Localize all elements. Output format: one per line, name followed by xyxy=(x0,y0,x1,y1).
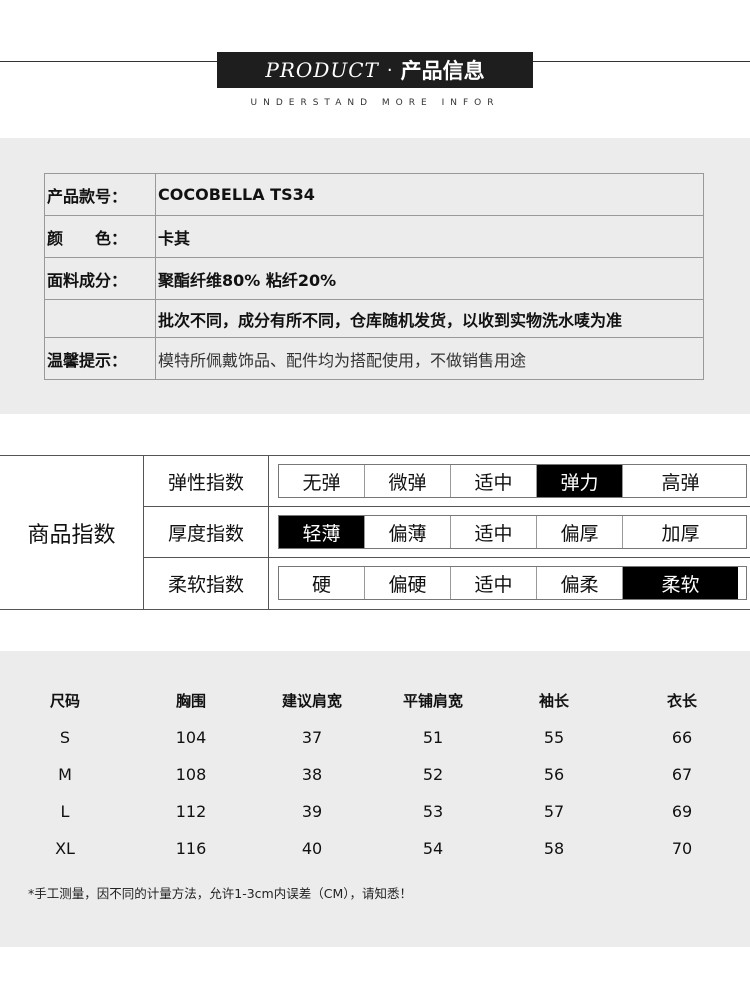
size-header-cell: 衣长 xyxy=(666,692,698,710)
size-cell: 56 xyxy=(543,765,565,784)
size-cell: 38 xyxy=(301,765,323,784)
size-header-cell: 平铺肩宽 xyxy=(402,692,464,710)
size-row: L 112 39 53 57 69 xyxy=(0,802,750,832)
header-title-cn: 产品信息 xyxy=(400,59,485,83)
size-cell: 116 xyxy=(175,839,207,858)
info-label: 温馨提示： xyxy=(44,337,156,380)
info-row-color: 颜 色： 卡其 xyxy=(44,215,704,258)
index-option: 适中 xyxy=(451,465,537,497)
measurement-note: *手工测量，因不同的计量方法，允许1-3cm内误差（CM），请知悉！ xyxy=(28,886,412,901)
index-option-selected: 轻薄 xyxy=(279,516,365,548)
index-option: 适中 xyxy=(451,567,537,599)
info-label xyxy=(44,299,156,338)
size-header-cell: 袖长 xyxy=(538,692,570,710)
size-cell: 108 xyxy=(175,765,207,784)
index-option: 偏柔 xyxy=(537,567,623,599)
product-index-section: 商品指数 弹性指数 无弹 微弹 适中 弹力 高弹 厚度指数 轻薄 偏薄 适中 偏… xyxy=(0,455,750,610)
size-header-cell: 建议肩宽 xyxy=(281,692,343,710)
index-option: 加厚 xyxy=(661,522,700,545)
section-header-badge: PRODUCT · 产品信息 xyxy=(217,52,533,88)
index-option: 硬 xyxy=(279,567,365,599)
index-option: 偏硬 xyxy=(365,567,451,599)
index-option-selected: 弹力 xyxy=(537,465,623,497)
header-separator: · xyxy=(386,59,393,81)
index-option: 高弹 xyxy=(661,471,700,494)
info-row-fabric-note: 批次不同，成分有所不同，仓库随机发货，以收到实物洗水唛为准 xyxy=(44,299,704,338)
index-option-selected: 柔软 xyxy=(623,567,738,599)
size-cell: 57 xyxy=(543,802,565,821)
index-options: 轻薄 偏薄 适中 偏厚 加厚 xyxy=(278,515,747,549)
size-cell: 112 xyxy=(175,802,207,821)
index-row-elasticity: 弹性指数 无弹 微弹 适中 弹力 高弹 xyxy=(144,456,750,507)
index-title: 商品指数 xyxy=(0,456,144,609)
size-cell: 53 xyxy=(422,802,444,821)
header-title-en: PRODUCT xyxy=(265,58,379,82)
size-table-header: 尺码 胸围 建议肩宽 平铺肩宽 袖长 衣长 xyxy=(0,690,750,720)
size-cell: 66 xyxy=(671,728,693,747)
index-row-label: 厚度指数 xyxy=(144,507,269,557)
size-cell: 37 xyxy=(301,728,323,747)
size-cell: XL xyxy=(55,839,75,858)
size-row: M 108 38 52 56 67 xyxy=(0,765,750,795)
size-cell: 54 xyxy=(422,839,444,858)
index-row-thickness: 厚度指数 轻薄 偏薄 适中 偏厚 加厚 xyxy=(144,507,750,558)
info-row-tips: 温馨提示： 模特所佩戴饰品、配件均为搭配使用，不做销售用途 xyxy=(44,337,704,380)
size-cell: 69 xyxy=(671,802,693,821)
index-option: 适中 xyxy=(451,516,537,548)
size-cell: S xyxy=(59,728,71,747)
size-cell: M xyxy=(58,765,72,784)
size-row: S 104 37 51 55 66 xyxy=(0,728,750,758)
info-value: 批次不同，成分有所不同，仓库随机发货，以收到实物洗水唛为准 xyxy=(155,299,704,338)
size-cell: 51 xyxy=(422,728,444,747)
header-subtitle: UNDERSTAND MORE INFOR xyxy=(250,98,500,108)
product-info-table: 产品款号： COCOBELLA TS34 颜 色： 卡其 面料成分： 聚酯纤维8… xyxy=(44,173,704,380)
size-cell: 55 xyxy=(543,728,565,747)
info-row-style-number: 产品款号： COCOBELLA TS34 xyxy=(44,173,704,216)
size-cell: 52 xyxy=(422,765,444,784)
size-row: XL 116 40 54 58 70 xyxy=(0,839,750,869)
info-value: 卡其 xyxy=(155,215,704,258)
index-options: 硬 偏硬 适中 偏柔 柔软 xyxy=(278,566,747,600)
info-label: 面料成分： xyxy=(44,257,156,300)
size-cell: 67 xyxy=(671,765,693,784)
info-row-fabric: 面料成分： 聚酯纤维80% 粘纤20% xyxy=(44,257,704,300)
index-row-label: 柔软指数 xyxy=(144,558,269,609)
index-row-softness: 柔软指数 硬 偏硬 适中 偏柔 柔软 xyxy=(144,558,750,609)
info-label: 颜 色： xyxy=(44,215,156,258)
size-cell: 58 xyxy=(543,839,565,858)
size-cell: 39 xyxy=(301,802,323,821)
index-options: 无弹 微弹 适中 弹力 高弹 xyxy=(278,464,747,498)
size-cell: 40 xyxy=(301,839,323,858)
index-option: 无弹 xyxy=(279,465,365,497)
size-header-cell: 胸围 xyxy=(175,692,207,710)
info-label: 产品款号： xyxy=(44,173,156,216)
info-value: 模特所佩戴饰品、配件均为搭配使用，不做销售用途 xyxy=(155,337,704,380)
index-option: 微弹 xyxy=(365,465,451,497)
size-cell: 104 xyxy=(175,728,207,747)
index-option: 偏薄 xyxy=(365,516,451,548)
info-value: 聚酯纤维80% 粘纤20% xyxy=(155,257,704,300)
size-cell: L xyxy=(60,802,70,821)
index-row-label: 弹性指数 xyxy=(144,456,269,506)
size-cell: 70 xyxy=(671,839,693,858)
info-value: COCOBELLA TS34 xyxy=(155,173,704,216)
size-header-cell: 尺码 xyxy=(49,692,81,710)
index-option: 偏厚 xyxy=(537,516,623,548)
